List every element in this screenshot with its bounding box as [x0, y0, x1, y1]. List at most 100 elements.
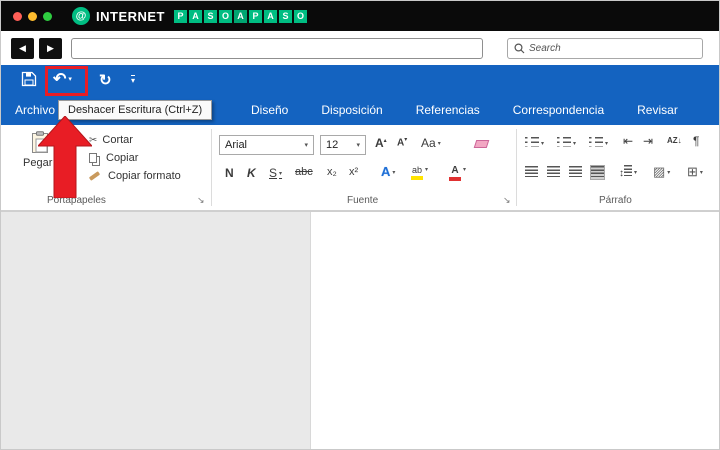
font-color-swatch [449, 177, 461, 181]
font-dialog-launcher[interactable]: ↘ [503, 195, 511, 206]
customize-quick-access-button[interactable]: ▾ [131, 75, 136, 85]
underline-caret-icon: ▾ [279, 171, 283, 177]
search-input[interactable] [529, 43, 696, 54]
grow-font-label: A [375, 136, 384, 150]
borders-icon: ⊞ [687, 164, 698, 179]
brand-tile: A [189, 9, 202, 23]
change-case-button[interactable]: Aa ▾ [421, 137, 441, 149]
multilevel-list-caret-icon: ▾ [605, 141, 609, 147]
text-effects-caret-icon: ▾ [392, 170, 396, 176]
font-family-value: Arial [225, 139, 248, 151]
highlight-caret-icon: ▾ [425, 167, 429, 173]
increase-indent-button[interactable]: ⇥ [643, 135, 653, 147]
sort-button[interactable]: AZ↓ [667, 137, 682, 145]
eraser-icon [473, 140, 490, 148]
forward-button[interactable]: ▶ [39, 38, 62, 59]
undo-highlight-box [45, 66, 88, 96]
brand-tile: P [249, 9, 262, 23]
clipboard-dialog-launcher[interactable]: ↘ [197, 195, 205, 206]
subscript-button[interactable]: x₂ [327, 167, 337, 178]
borders-caret-icon: ▾ [699, 170, 703, 176]
italic-button[interactable]: K [247, 167, 256, 179]
back-icon: ◀ [19, 43, 26, 53]
text-effects-button[interactable]: A ▾ [381, 165, 395, 178]
paragraph-group-label: Párrafo [599, 195, 632, 206]
align-left-button[interactable] [525, 166, 538, 179]
font-family-caret-icon: ▾ [304, 142, 308, 149]
window-frame: @ INTERNET P A S O A P A S O ◀ ▶ Search … [0, 0, 720, 450]
show-paragraph-marks-button[interactable]: ¶ [693, 135, 699, 147]
numbered-list-caret-icon: ▾ [573, 141, 577, 147]
brand-tile: A [234, 9, 247, 23]
grow-font-caret-icon: ▴ [383, 138, 387, 144]
grow-font-button[interactable]: A▴ [375, 137, 387, 149]
close-window-button[interactable] [13, 11, 22, 21]
browser-toolbar: ◀ ▶ [1, 31, 719, 65]
format-painter-button[interactable]: Copiar formato [88, 170, 181, 182]
ribbon-tabs: Diseño Disposición Referencias Correspon… [251, 103, 678, 117]
font-family-combo[interactable]: Arial ▾ [219, 135, 314, 155]
justify-button[interactable] [590, 165, 605, 180]
font-size-value: 12 [326, 139, 339, 151]
clear-formatting-button[interactable] [473, 138, 490, 150]
font-color-caret-icon: ▾ [463, 167, 467, 173]
forward-icon: ▶ [47, 43, 54, 53]
align-right-button[interactable] [569, 166, 582, 179]
annotation-arrow-icon [36, 115, 94, 199]
shading-button[interactable]: ▨ ▾ [653, 165, 670, 178]
search-icon [514, 43, 525, 54]
brand-name: INTERNET [96, 8, 165, 24]
document-page[interactable] [311, 212, 719, 449]
shading-caret-icon: ▾ [667, 170, 671, 176]
tab-revisar[interactable]: Revisar [637, 103, 678, 117]
bullet-list-button[interactable]: ▾ [525, 136, 544, 149]
copy-button[interactable]: Copiar [89, 152, 181, 164]
bold-button[interactable]: N [225, 167, 234, 179]
search-box[interactable] [507, 38, 703, 59]
multilevel-list-button[interactable]: ▾ [589, 136, 608, 149]
decrease-indent-button[interactable]: ⇤ [623, 135, 633, 147]
group-separator [211, 129, 212, 206]
highlight-color-button[interactable]: ab ▾ [411, 163, 428, 180]
font-color-label: A [451, 165, 459, 176]
shading-icon: ▨ [653, 164, 666, 179]
redo-button[interactable]: ↻ [99, 72, 112, 90]
font-size-combo[interactable]: 12 ▾ [320, 135, 366, 155]
cut-label: Cortar [102, 134, 133, 146]
save-button[interactable] [21, 71, 37, 92]
bullet-list-caret-icon: ▾ [541, 141, 545, 147]
save-icon [21, 71, 37, 87]
text-effects-icon: A [381, 164, 391, 179]
superscript-button[interactable]: x² [349, 167, 358, 178]
align-right-icon [569, 166, 582, 177]
tab-diseno[interactable]: Diseño [251, 103, 288, 117]
shrink-font-caret-icon: ▾ [404, 137, 408, 143]
back-button[interactable]: ◀ [11, 38, 34, 59]
underline-button[interactable]: S ▾ [269, 167, 282, 179]
tab-referencias[interactable]: Referencias [416, 103, 480, 117]
minimize-window-button[interactable] [28, 11, 37, 21]
address-bar-input[interactable] [71, 38, 483, 59]
underline-label: S [269, 166, 278, 180]
tab-archivo[interactable]: Archivo [15, 103, 55, 117]
line-spacing-button[interactable]: ↕ ▾ [619, 165, 637, 179]
line-spacing-bars-icon [624, 165, 632, 176]
maximize-window-button[interactable] [43, 11, 52, 21]
borders-button[interactable]: ⊞ ▾ [687, 165, 703, 178]
format-painter-label: Copiar formato [108, 170, 181, 182]
ribbon-content: Pegar▾ ✂ Cortar Copiar Copiar formato Po… [1, 125, 719, 211]
font-color-button[interactable]: A ▾ [449, 163, 466, 181]
strikethrough-button[interactable]: abc [295, 167, 313, 178]
cut-button[interactable]: ✂ Cortar [89, 134, 181, 146]
tab-correspondencia[interactable]: Correspondencia [513, 103, 604, 117]
numbered-list-button[interactable]: ▾ [557, 136, 576, 149]
shrink-font-button[interactable]: A▾ [397, 137, 407, 148]
brand-tile: S [279, 9, 292, 23]
multilevel-list-icon [589, 136, 603, 147]
highlight-label: ab [411, 165, 422, 175]
brand-tile: S [204, 9, 217, 23]
align-center-button[interactable] [547, 166, 560, 179]
font-size-caret-icon: ▾ [356, 142, 360, 149]
tab-disposicion[interactable]: Disposición [321, 103, 382, 117]
browser-titlebar: @ INTERNET P A S O A P A S O [1, 1, 719, 31]
